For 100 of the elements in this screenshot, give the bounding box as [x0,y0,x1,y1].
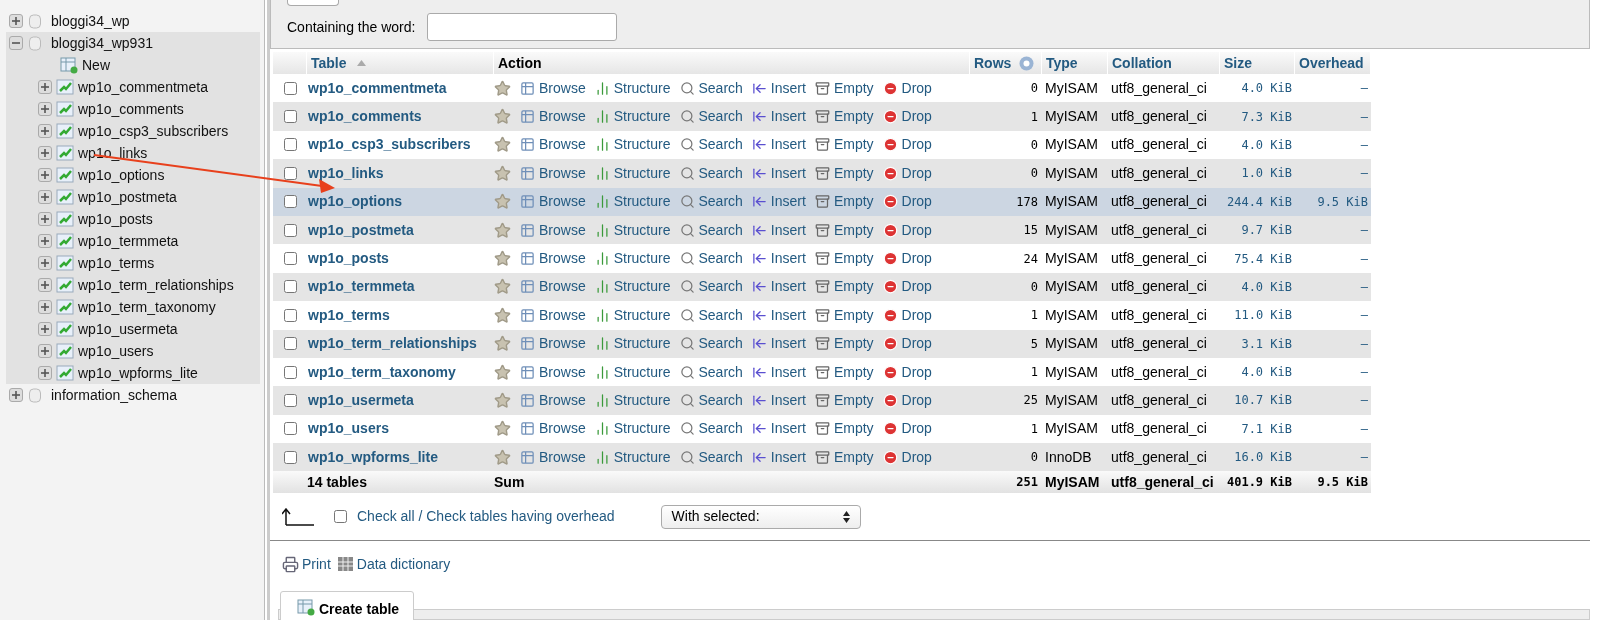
action-link[interactable]: Drop [882,390,932,411]
action-link[interactable]: Search [679,134,743,156]
table-name[interactable]: wp1o_term_taxonomy [78,296,216,318]
expand-icon[interactable] [38,102,52,116]
row-checkbox[interactable] [283,166,297,180]
action-link[interactable]: Structure [594,248,671,270]
action-link[interactable]: Insert [751,219,806,241]
action-link[interactable]: Search [679,333,743,355]
action-link[interactable]: Insert [751,304,806,326]
action-link[interactable]: Search [679,390,743,411]
action-link[interactable]: Browse [520,304,586,326]
action-link[interactable]: Browse [520,77,586,99]
action-link[interactable]: Insert [751,390,806,411]
action-link[interactable]: Structure [594,219,671,241]
star-icon[interactable] [494,363,511,381]
star-icon[interactable] [494,335,511,353]
action-link[interactable]: Browse [520,219,586,241]
table-name-link[interactable]: wp1o_term_taxonomy [307,363,456,380]
action-link[interactable]: Structure [594,361,671,383]
table-name[interactable]: wp1o_comments [78,98,184,120]
expand-icon[interactable] [9,388,23,402]
expand-icon[interactable] [38,124,52,138]
action-link[interactable]: Drop [882,134,932,156]
table-name-link[interactable]: wp1o_options [307,193,403,210]
create-table-tab[interactable]: Create table [280,591,414,620]
data-dictionary-link[interactable]: Data dictionary [336,553,451,575]
action-link[interactable]: Insert [751,333,806,355]
row-checkbox[interactable] [283,422,297,436]
action-link[interactable]: Structure [594,418,671,440]
action-link[interactable]: Search [679,276,743,298]
action-link[interactable]: Drop [882,106,932,128]
row-checkbox[interactable] [283,450,297,464]
star-icon[interactable] [494,193,511,211]
expand-icon[interactable] [38,234,52,248]
table-name-link[interactable]: wp1o_commentmeta [307,79,447,96]
expand-icon[interactable] [38,344,52,358]
action-link[interactable]: Search [679,219,743,241]
action-link[interactable]: Insert [751,77,806,99]
star-icon[interactable] [494,278,511,296]
expand-icon[interactable] [38,146,52,160]
expand-icon[interactable] [38,212,52,226]
action-link[interactable]: Drop [882,219,932,241]
action-link[interactable]: Browse [520,276,586,298]
action-link[interactable]: Insert [751,361,806,383]
row-checkbox[interactable] [283,138,297,152]
action-link[interactable]: Browse [520,361,586,383]
action-link[interactable]: Empty [814,418,874,440]
action-link[interactable]: Empty [814,304,874,326]
action-link[interactable]: Search [679,361,743,383]
action-link[interactable]: Empty [814,77,874,99]
action-link[interactable]: Search [679,162,743,184]
table-name-link[interactable]: wp1o_usermeta [307,392,414,408]
row-checkbox[interactable] [283,308,297,322]
star-icon[interactable] [494,392,511,409]
action-link[interactable]: Structure [594,134,671,156]
action-link[interactable]: Drop [882,248,932,270]
action-link[interactable]: Insert [751,248,806,270]
table-name[interactable]: wp1o_commentmeta [78,76,208,98]
action-link[interactable]: Empty [814,276,874,298]
table-name-link[interactable]: wp1o_terms [307,306,390,323]
table-name-link[interactable]: wp1o_wpforms_lite [307,448,438,465]
star-icon[interactable] [494,420,511,438]
action-link[interactable]: Insert [751,162,806,184]
new-table-link[interactable]: New [82,54,110,76]
button-edge[interactable] [287,0,339,6]
action-link[interactable]: Drop [882,77,932,99]
action-link[interactable]: Structure [594,77,671,99]
action-link[interactable]: Browse [520,333,586,355]
action-link[interactable]: Empty [814,162,874,184]
expand-icon[interactable] [38,366,52,380]
expand-icon[interactable] [38,168,52,182]
table-name[interactable]: wp1o_wpforms_lite [78,362,198,384]
action-link[interactable]: Empty [814,333,874,355]
action-link[interactable]: Search [679,106,743,128]
action-link[interactable]: Insert [751,191,806,213]
action-link[interactable]: Browse [520,390,586,411]
star-icon[interactable] [494,79,511,97]
table-name-link[interactable]: wp1o_term_relationships [307,335,477,352]
table-name[interactable]: wp1o_options [78,164,165,186]
help-icon[interactable] [1019,55,1035,71]
action-link[interactable]: Empty [814,446,874,468]
action-link[interactable]: Empty [814,191,874,213]
action-link[interactable]: Drop [882,333,932,355]
action-link[interactable]: Drop [882,446,932,468]
expand-icon[interactable] [38,190,52,204]
table-name[interactable]: wp1o_links [78,142,148,164]
action-link[interactable]: Insert [751,134,806,156]
table-name-link[interactable]: wp1o_links [307,164,384,181]
star-icon[interactable] [494,164,511,182]
table-name[interactable]: wp1o_term_relationships [78,274,234,296]
with-selected-dropdown[interactable]: With selected: [660,504,861,529]
action-link[interactable]: Structure [594,276,671,298]
action-link[interactable]: Search [679,77,743,99]
action-link[interactable]: Browse [520,191,586,213]
row-checkbox[interactable] [283,252,297,266]
collapse-icon[interactable] [9,36,23,50]
action-link[interactable]: Drop [882,418,932,440]
star-icon[interactable] [494,306,511,324]
action-link[interactable]: Structure [594,106,671,128]
action-link[interactable]: Empty [814,248,874,270]
